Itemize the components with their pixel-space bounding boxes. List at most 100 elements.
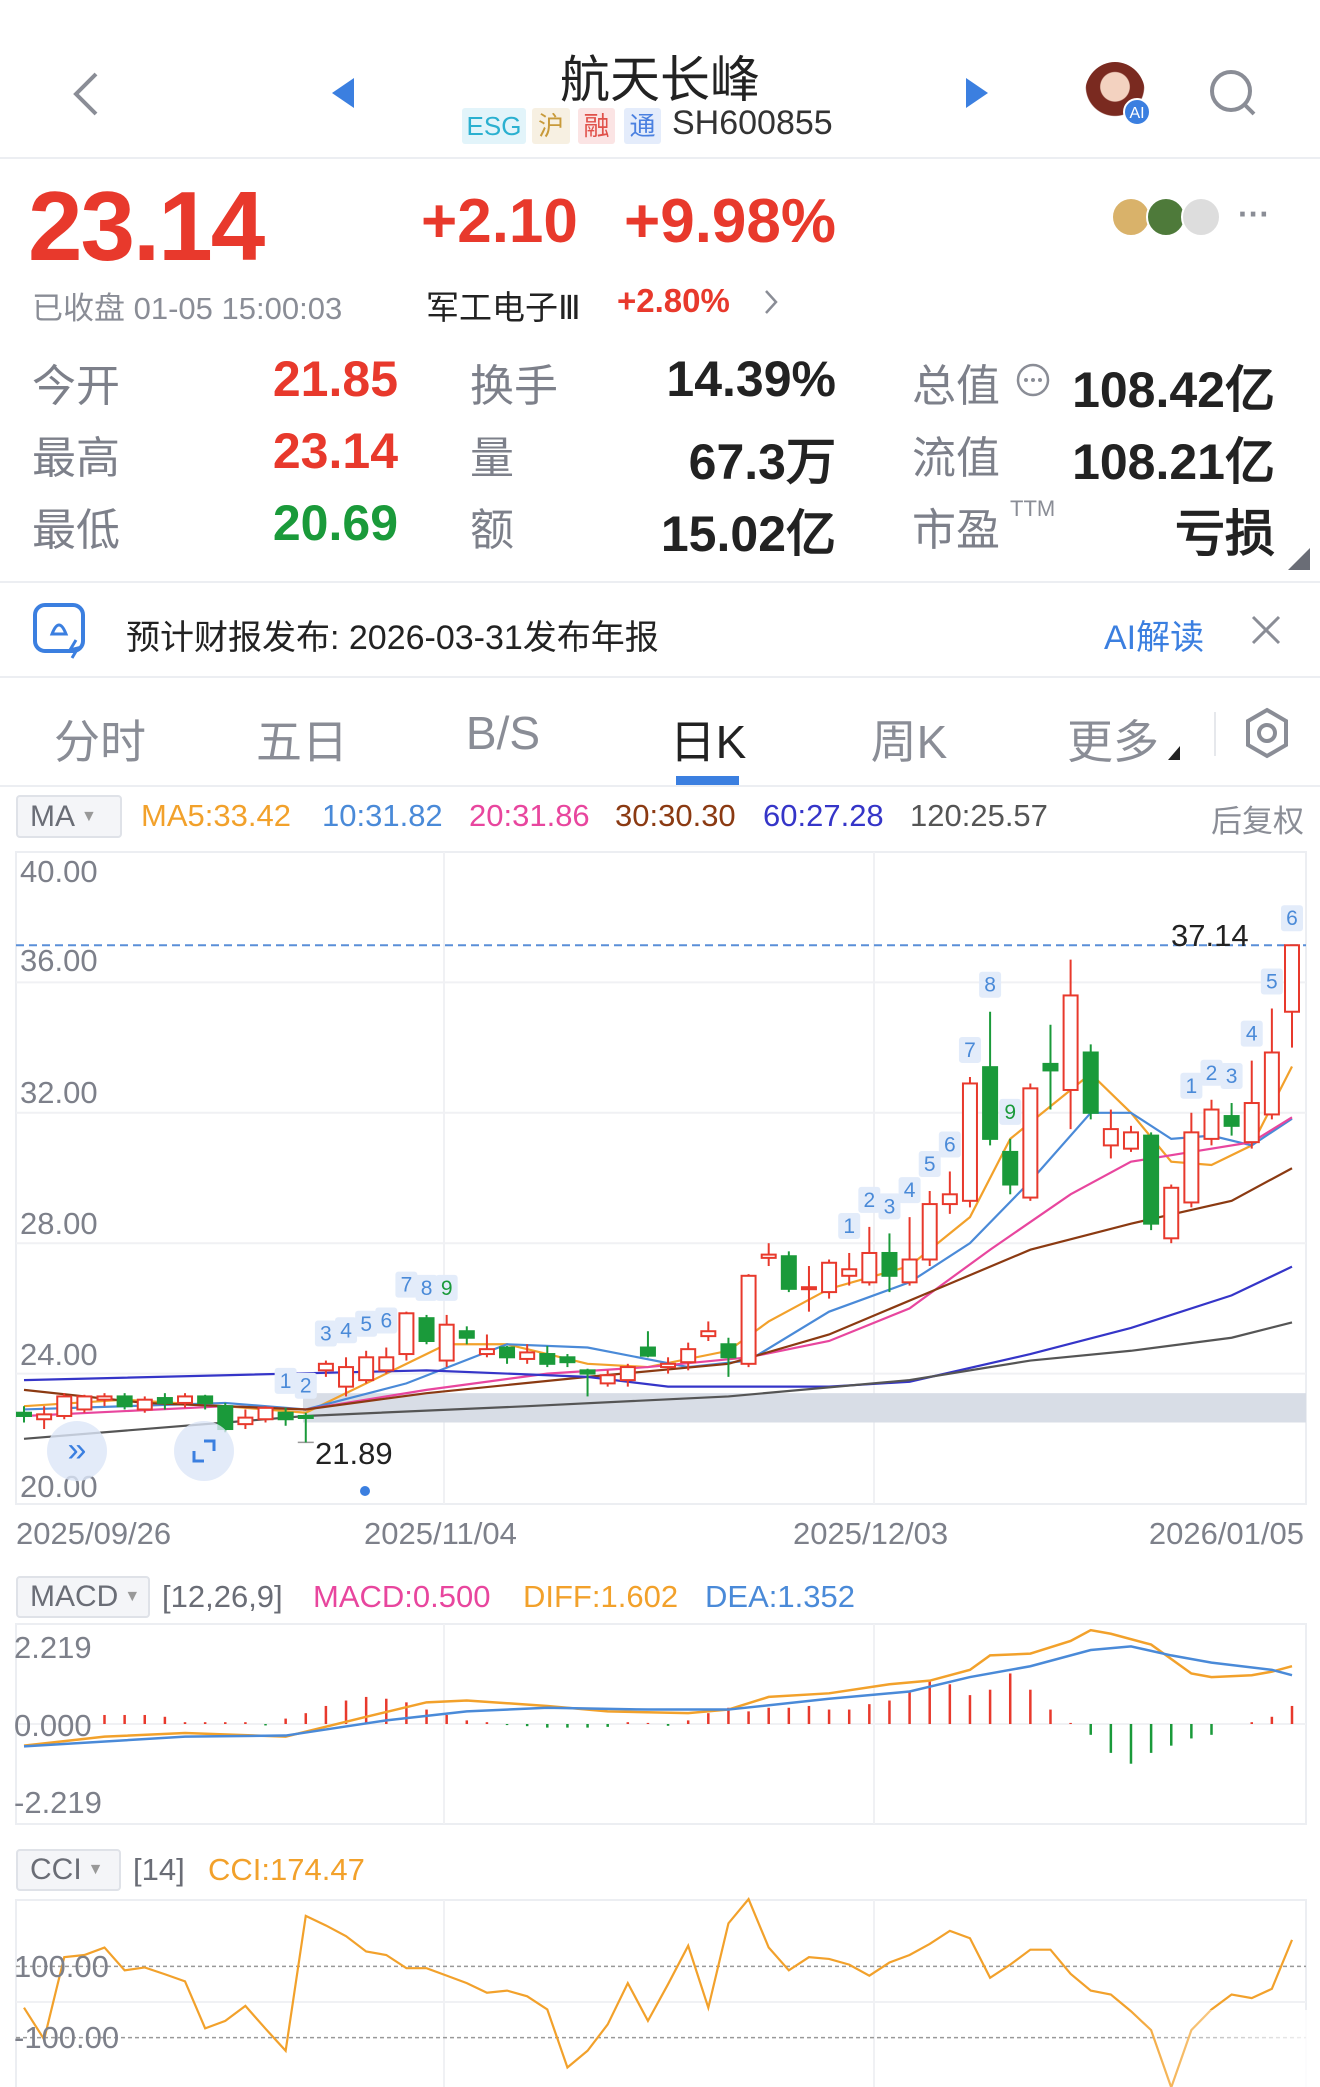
y-tick-label: 28.00 [20, 1206, 98, 1241]
candle-up [841, 1268, 858, 1277]
ma30-value: 30:30.30 [615, 798, 736, 833]
td-count-label: 6 [944, 1133, 956, 1156]
candle-up [398, 1312, 415, 1356]
candle-up [821, 1261, 838, 1294]
td-count-label: 3 [1226, 1065, 1238, 1088]
market-cap-label: 总值 [912, 362, 1000, 411]
cci-chart[interactable] [15, 1897, 1307, 2087]
y-tick-label: -100.00 [14, 2020, 120, 2055]
low-value: 20.69 [272, 495, 398, 551]
td-count-label: 5 [360, 1313, 372, 1336]
tag-shanghai[interactable]: 沪 [532, 108, 570, 144]
bottom-fade [1120, 2010, 1320, 2087]
y-tick-label: 32.00 [20, 1075, 98, 1110]
td-count-label: 2 [300, 1375, 312, 1398]
td-count-label: 1 [1186, 1075, 1198, 1098]
tag-connect[interactable]: 通 [624, 108, 661, 144]
indicator-selector-macd[interactable]: MACD ▼ [16, 1576, 150, 1618]
candle-up [438, 1323, 455, 1362]
settings-gear-icon[interactable] [1244, 707, 1290, 759]
macd-value: MACD:0.500 [313, 1579, 491, 1614]
candle-up [740, 1274, 757, 1365]
low-label: 最低 [32, 506, 120, 555]
candle-up [660, 1362, 677, 1369]
float-cap-value: 108.21亿 [1072, 434, 1275, 490]
cci-value: CCI:174.47 [208, 1852, 365, 1887]
tab-more[interactable]: 更多 [1067, 706, 1159, 772]
user-avatar[interactable] [1111, 197, 1151, 237]
candle-up [76, 1395, 93, 1411]
search-icon[interactable] [1208, 68, 1260, 120]
user-avatar[interactable] [1146, 197, 1186, 237]
tab-five-day[interactable]: 五日 [256, 706, 348, 772]
candle-up [177, 1395, 194, 1404]
candle-up [599, 1374, 616, 1385]
candle-up [1122, 1131, 1139, 1150]
price-change: +2.10 [421, 187, 578, 256]
expand-corner-icon[interactable] [1288, 548, 1310, 570]
candle-up [96, 1395, 113, 1401]
sector-name[interactable]: 军工电子Ⅲ [426, 281, 581, 329]
candle-down [297, 1414, 314, 1419]
pe-label: 市盈 [912, 506, 1000, 555]
candle-down [780, 1255, 797, 1290]
candle-up [1062, 994, 1079, 1091]
tag-margin[interactable]: 融 [578, 108, 615, 144]
candle-down [579, 1369, 596, 1375]
candle-down [277, 1411, 294, 1421]
info-more-icon[interactable] [1015, 362, 1051, 398]
candlestick-chart[interactable]: 1 23 4 5 67 8 912 345678912 3456 [15, 851, 1307, 1505]
min-price-label: 21.89 [315, 1436, 393, 1471]
candle-down [458, 1330, 475, 1339]
user-avatar[interactable] [1181, 197, 1221, 237]
fullscreen-button[interactable] [174, 1421, 234, 1481]
collapse-sidebar-button[interactable]: » [47, 1421, 107, 1481]
x-tick-label: 2025/09/26 [16, 1516, 172, 1551]
y-tick-label: 36.00 [20, 943, 98, 978]
selector-label: MA [30, 799, 75, 833]
td-count-label: 8 [421, 1277, 433, 1300]
ma120-value: 120:25.57 [910, 798, 1048, 833]
selector-label: MACD [30, 1580, 119, 1613]
support-band [303, 1393, 1306, 1423]
close-icon[interactable] [1250, 614, 1282, 646]
next-stock-arrow-icon[interactable] [964, 76, 990, 110]
dropdown-corner-icon [1168, 746, 1180, 760]
dea-line [23, 1645, 1293, 1748]
y-tick-label: 0.000 [14, 1708, 92, 1743]
turnover-value: 14.39% [666, 351, 836, 407]
candle-up [800, 1286, 817, 1291]
candle-up [237, 1416, 254, 1426]
chevron-right-icon[interactable] [763, 288, 779, 316]
candle-up [1102, 1128, 1119, 1147]
macd-chart[interactable] [15, 1623, 1307, 1825]
candle-down [639, 1346, 656, 1357]
sector-change[interactable]: +2.80% [617, 282, 730, 320]
ai-interpret-link[interactable]: AI解读 [1104, 610, 1204, 659]
candle-up [861, 1251, 878, 1284]
candle-up [921, 1203, 938, 1261]
indicator-selector-cci[interactable]: CCI ▼ [16, 1849, 121, 1891]
indicator-selector-ma[interactable]: MA ▼ [16, 795, 122, 838]
candle-up [338, 1366, 355, 1388]
high-value: 23.14 [272, 423, 398, 479]
tab-daily-k[interactable]: 日K [670, 706, 747, 772]
ma60-value: 60:27.28 [763, 798, 884, 833]
candle-up [56, 1395, 73, 1417]
more-menu-icon[interactable]: ··· [1238, 196, 1270, 233]
candle-up [1183, 1131, 1200, 1204]
notice-text: 预计财报发布: 2026-03-31发布年报 [126, 619, 659, 657]
max-price-label: 37.14 [1171, 918, 1249, 953]
tab-bs[interactable]: B/S [466, 706, 540, 760]
amount-label: 额 [470, 506, 514, 555]
candle-down [720, 1343, 737, 1359]
adjust-mode-toggle[interactable]: 后复权 [1211, 796, 1304, 841]
candle-up [1203, 1108, 1220, 1140]
td-count-label: 1 [843, 1215, 855, 1238]
candle-up [901, 1258, 918, 1284]
td-count-label: 4 [1246, 1023, 1258, 1046]
tab-intraday[interactable]: 分时 [54, 706, 146, 772]
tag-esg[interactable]: ESG [462, 108, 526, 144]
ai-assistant-avatar[interactable]: AI [1085, 62, 1151, 126]
tab-weekly-k[interactable]: 周K [871, 706, 948, 772]
